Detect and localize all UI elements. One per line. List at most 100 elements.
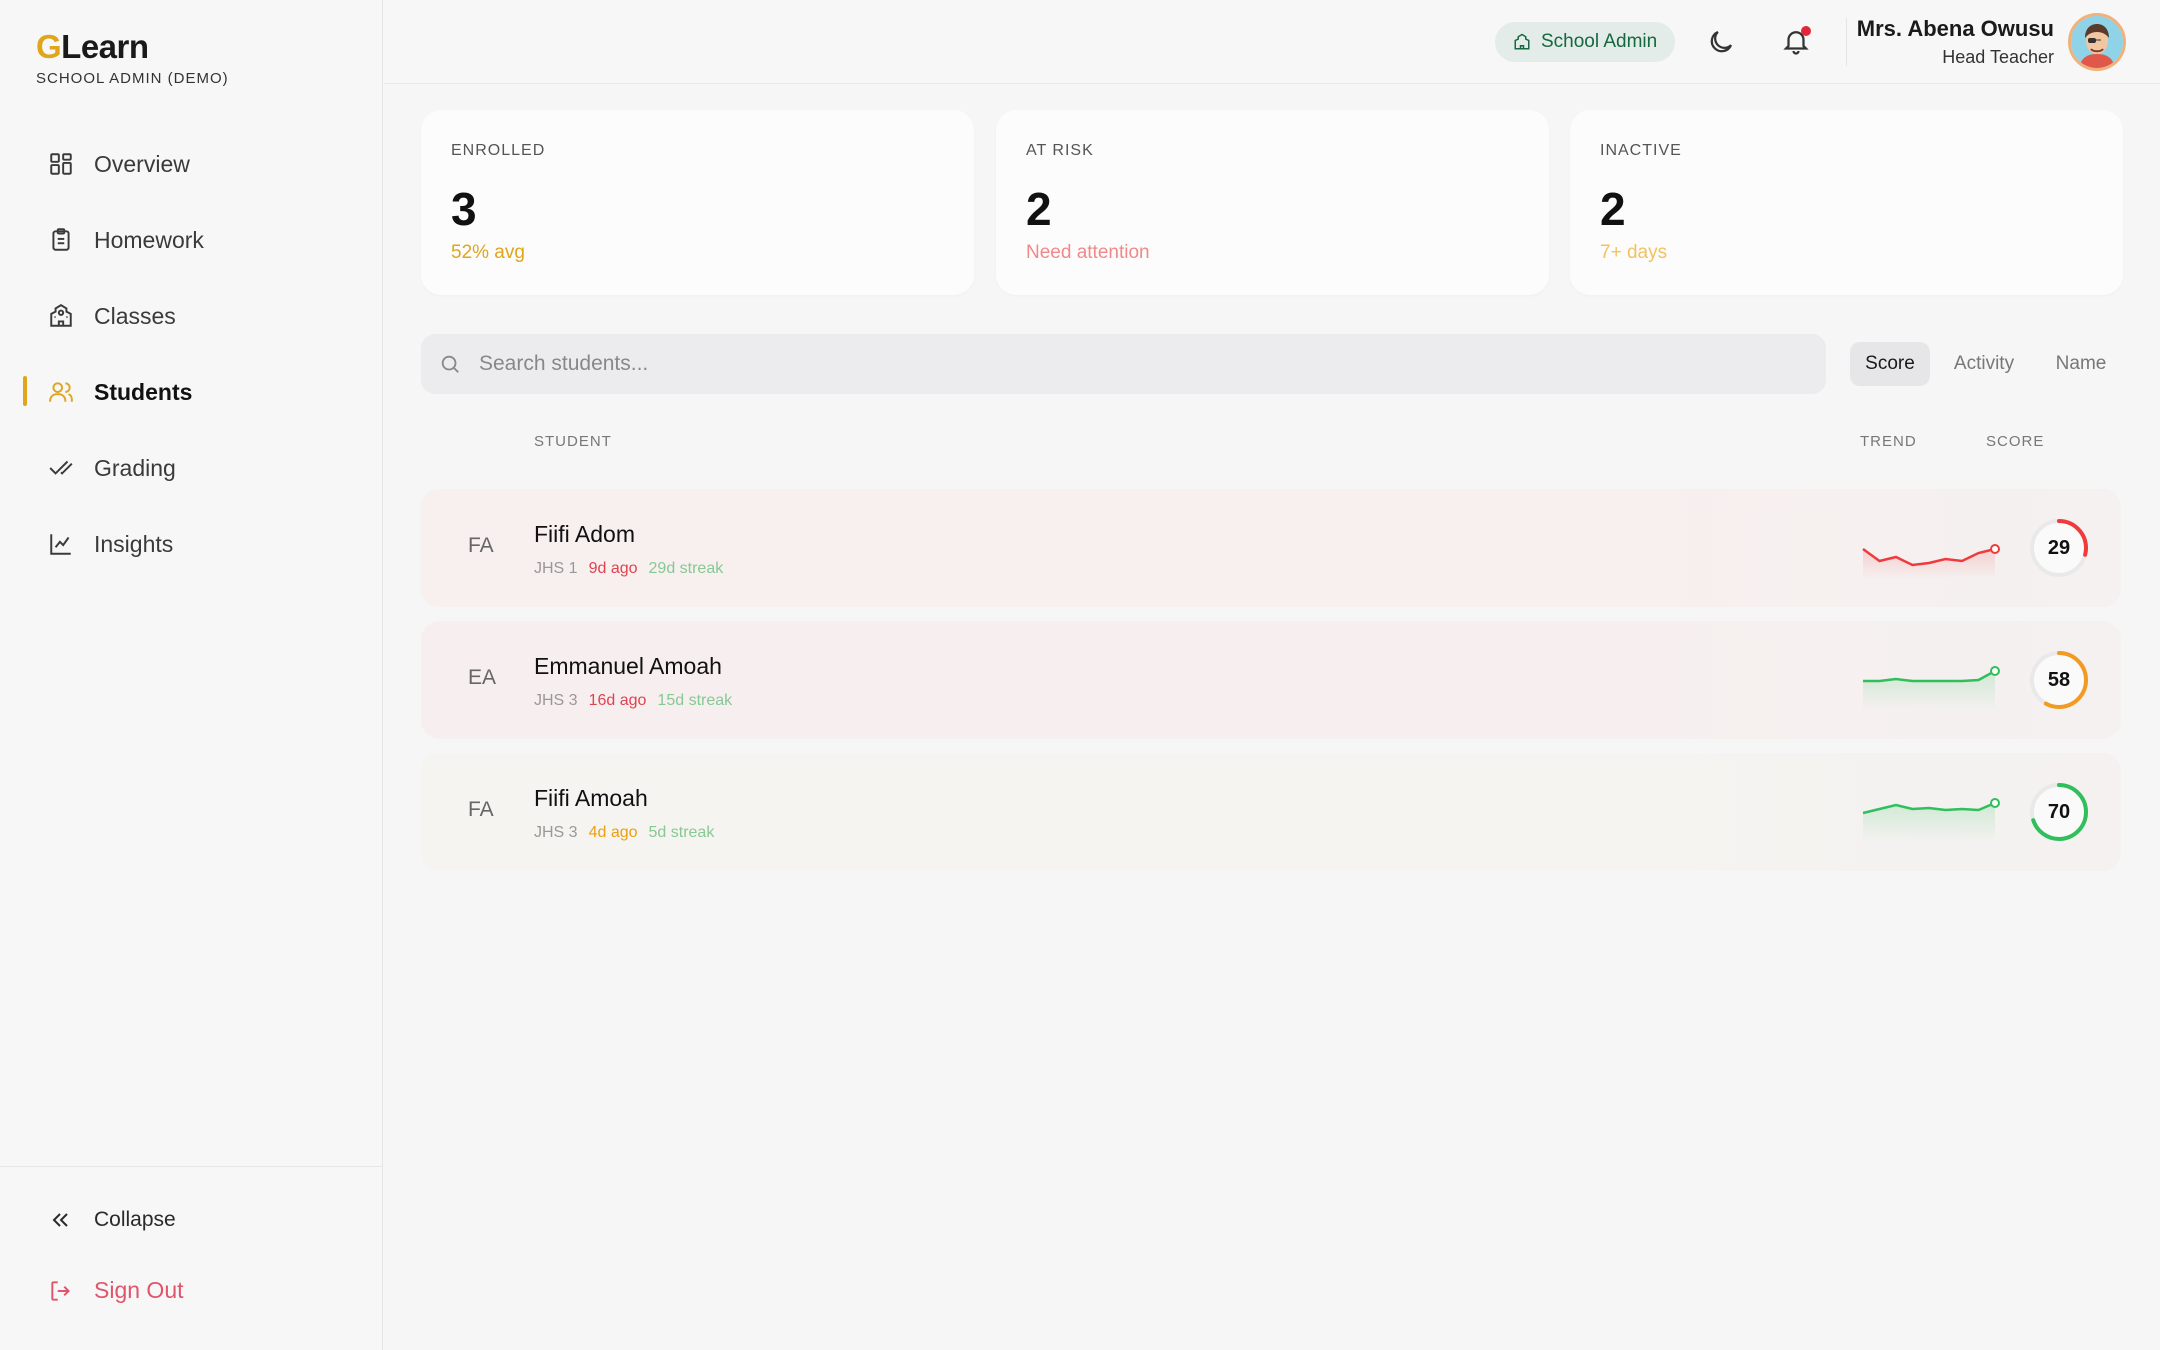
stat-label: AT RISK bbox=[1026, 142, 1094, 159]
trend-sparkline bbox=[1862, 544, 2000, 579]
sidebar-item-label: Grading bbox=[94, 454, 176, 481]
sidebar-item-label: Insights bbox=[94, 530, 174, 557]
student-meta: JHS 3 16d ago 15d streak bbox=[534, 692, 732, 710]
sidebar-item-classes[interactable]: Classes bbox=[0, 278, 383, 354]
sidebar-item-label: Students bbox=[94, 378, 193, 405]
score-value: 70 bbox=[2047, 800, 2071, 823]
score-value: 29 bbox=[2047, 536, 2071, 559]
brand[interactable]: GLearn SCHOOL ADMIN (DEMO) bbox=[36, 28, 229, 87]
school-building-icon bbox=[1513, 33, 1531, 51]
sidebar-item-label: Overview bbox=[94, 150, 190, 177]
clipboard-icon bbox=[48, 227, 74, 253]
score-ring: 29 bbox=[2028, 517, 2090, 579]
collapse-label: Collapse bbox=[94, 1208, 176, 1231]
divider bbox=[1846, 18, 1847, 66]
stat-subtext: 52% avg bbox=[451, 242, 525, 263]
double-check-icon bbox=[48, 455, 74, 481]
search-input[interactable] bbox=[479, 352, 1779, 376]
sidebar-item-grading[interactable]: Grading bbox=[0, 430, 383, 506]
sidebar-item-label: Homework bbox=[94, 226, 204, 253]
last-active: 9d ago bbox=[588, 560, 638, 577]
sidebar-item-students[interactable]: Students bbox=[0, 354, 383, 430]
student-name: Fiifi Amoah bbox=[534, 785, 648, 811]
streak: 29d streak bbox=[648, 560, 724, 577]
student-initials: EA bbox=[468, 666, 497, 689]
chevrons-left-icon bbox=[48, 1207, 74, 1233]
score-ring: 70 bbox=[2028, 781, 2090, 843]
trend-sparkline bbox=[1863, 666, 2000, 711]
student-grade: JHS 3 bbox=[534, 692, 578, 709]
trend-line bbox=[1863, 669, 1996, 683]
sidebar-nav: Overview Homework Classes Students Gradi… bbox=[0, 126, 383, 582]
brand-logo-rest: Learn bbox=[61, 28, 149, 65]
sidebar-footer: Collapse Sign Out bbox=[0, 1166, 383, 1350]
notifications-button[interactable] bbox=[1781, 26, 1811, 56]
avatar[interactable] bbox=[2068, 13, 2126, 71]
stat-subtext: Need attention bbox=[1026, 242, 1150, 263]
sort-score-button[interactable]: Score bbox=[1850, 342, 1930, 386]
grid-icon bbox=[48, 151, 74, 177]
sidebar-item-overview[interactable]: Overview bbox=[0, 126, 383, 202]
score-ring: 58 bbox=[2028, 649, 2090, 711]
student-name: Emmanuel Amoah bbox=[534, 653, 722, 679]
stat-subtext: 7+ days bbox=[1600, 242, 1668, 263]
brand-subtitle: SCHOOL ADMIN (DEMO) bbox=[36, 70, 229, 87]
theme-toggle-button[interactable] bbox=[1706, 27, 1736, 57]
stat-value: 3 bbox=[451, 183, 477, 235]
stat-label: ENROLLED bbox=[451, 142, 546, 159]
column-header-score[interactable]: SCORE bbox=[1986, 433, 2044, 450]
role-badge[interactable]: School Admin bbox=[1495, 22, 1676, 62]
last-active: 4d ago bbox=[588, 824, 638, 841]
sidebar-item-label: Classes bbox=[94, 302, 176, 329]
sidebar-item-homework[interactable]: Homework bbox=[0, 202, 383, 278]
trend-sparkline bbox=[1862, 798, 2000, 843]
moon-icon bbox=[1710, 30, 1733, 53]
student-grade: JHS 1 bbox=[534, 560, 578, 577]
user-name: Mrs. Abena Owusu bbox=[1856, 16, 2054, 41]
top-bar: School Admin Mrs. Abena Owusu Head Teach… bbox=[384, 0, 2160, 84]
trend-endpoint bbox=[1990, 666, 2000, 676]
sidebar-item-insights[interactable]: Insights bbox=[0, 506, 383, 582]
sign-out-label: Sign Out bbox=[94, 1277, 184, 1303]
trend-area bbox=[1863, 671, 1995, 711]
line-chart-icon bbox=[48, 531, 74, 557]
stat-value: 2 bbox=[1026, 183, 1052, 235]
student-name: Fiifi Adom bbox=[534, 521, 635, 547]
stat-card-at-risk: AT RISK 2 Need attention bbox=[996, 110, 1549, 295]
last-active: 16d ago bbox=[588, 692, 647, 709]
user-role: Head Teacher bbox=[1942, 47, 2054, 67]
table-row[interactable]: FA Fiifi Adom JHS 1 9d ago 29d streak 29 bbox=[421, 489, 2121, 607]
student-search-bar bbox=[421, 334, 1826, 394]
student-initials: FA bbox=[468, 534, 494, 557]
notification-dot bbox=[1801, 26, 1811, 36]
school-building-icon bbox=[48, 303, 74, 329]
sort-name-button[interactable]: Name bbox=[2046, 342, 2116, 386]
search-icon bbox=[439, 353, 461, 375]
column-header-student[interactable]: STUDENT bbox=[534, 433, 612, 450]
stat-value: 2 bbox=[1600, 183, 1626, 235]
stat-label: INACTIVE bbox=[1600, 142, 1682, 159]
table-row[interactable]: FA Fiifi Amoah JHS 3 4d ago 5d streak 70 bbox=[421, 753, 2121, 871]
sort-activity-button[interactable]: Activity bbox=[1944, 342, 2024, 386]
student-grade: JHS 3 bbox=[534, 824, 578, 841]
brand-logo-g: G bbox=[36, 28, 62, 65]
collapse-button[interactable]: Collapse bbox=[48, 1207, 176, 1233]
logout-icon bbox=[48, 1278, 74, 1304]
streak: 15d streak bbox=[657, 692, 733, 709]
user-info[interactable]: Mrs. Abena Owusu Head Teacher bbox=[1857, 16, 2054, 68]
column-header-trend[interactable]: TREND bbox=[1860, 433, 1917, 450]
trend-endpoint bbox=[1990, 544, 2000, 554]
student-meta: JHS 3 4d ago 5d streak bbox=[534, 824, 714, 842]
sidebar: GLearn SCHOOL ADMIN (DEMO) Overview Home… bbox=[0, 0, 383, 1350]
trend-endpoint bbox=[1990, 798, 2000, 808]
brand-logo: GLearn bbox=[36, 28, 229, 66]
table-row[interactable]: EA Emmanuel Amoah JHS 3 16d ago 15d streak 58 bbox=[421, 621, 2121, 739]
users-icon bbox=[48, 379, 74, 405]
student-initials: FA bbox=[468, 798, 494, 821]
student-meta: JHS 1 9d ago 29d streak bbox=[534, 560, 723, 578]
stat-card-inactive: INACTIVE 2 7+ days bbox=[1570, 110, 2123, 295]
sign-out-button[interactable]: Sign Out bbox=[48, 1277, 184, 1304]
score-value: 58 bbox=[2047, 668, 2071, 691]
role-badge-label: School Admin bbox=[1541, 31, 1658, 52]
stat-card-enrolled: ENROLLED 3 52% avg bbox=[421, 110, 974, 295]
